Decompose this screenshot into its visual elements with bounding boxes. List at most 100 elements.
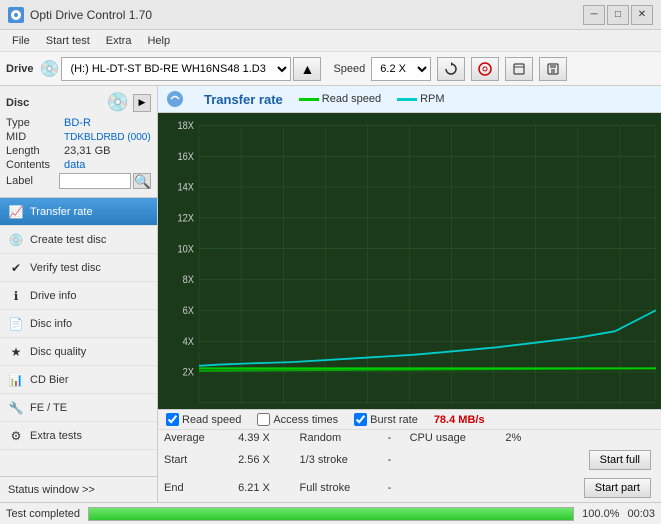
label-search-button[interactable]: 🔍 [133,173,151,189]
svg-text:12X: 12X [178,213,195,225]
type-label: Type [6,117,64,129]
burst-rate-checkbox[interactable] [354,413,367,426]
label-label: Label [6,175,59,187]
stroke-value: - [382,446,404,474]
sidebar: Disc 💿 ▶ Type BD-R MID TDKBLDRBD (000) L… [0,86,158,502]
read-speed-legend-color [299,98,319,101]
drive-icon: 💿 [40,59,60,79]
save-button[interactable] [539,57,567,81]
disc-info-icon: 📄 [8,316,24,332]
status-percent: 100.0% [582,508,619,520]
random-label: Random [294,430,382,446]
save-icon [546,62,560,76]
legend-rpm-label: RPM [420,93,444,105]
legend-read-speed-label: Read speed [322,93,381,105]
start-full-button[interactable]: Start full [589,450,651,470]
nav-disc-quality-label: Disc quality [30,346,86,358]
svg-text:10X: 10X [178,244,195,256]
cpu-usage-label: CPU usage [404,430,500,446]
type-value: BD-R [64,117,91,129]
minimize-button[interactable]: ─ [583,5,605,25]
chart-header: Transfer rate Read speed RPM [158,86,661,113]
nav-drive-info-label: Drive info [30,290,76,302]
menu-bar: File Start test Extra Help [0,30,661,52]
speed-label: Speed [333,63,365,75]
label-input[interactable] [59,173,131,189]
average-value: 4.39 X [232,430,293,446]
length-label: Length [6,145,64,157]
title-bar: Opti Drive Control 1.70 ─ □ ✕ [0,0,661,30]
svg-text:4X: 4X [183,336,194,348]
start-part-button[interactable]: Start part [584,478,651,498]
stats-table: Average 4.39 X Random - CPU usage 2% Sta… [158,430,661,502]
refresh-button[interactable] [437,57,465,81]
nav-cd-bier[interactable]: 📊 CD Bier [0,366,157,394]
disc-action-button[interactable]: ▶ [133,94,151,112]
access-times-checkbox[interactable] [257,413,270,426]
contents-value: data [64,159,85,171]
svg-text:8X: 8X [183,275,194,287]
burst-rate-checkbox-label: Burst rate [370,414,418,426]
close-button[interactable]: ✕ [631,5,653,25]
nav-transfer-rate-label: Transfer rate [30,206,93,218]
svg-text:6X: 6X [183,305,194,317]
disc-image-icon: 💿 [107,92,129,113]
disc-section-title: Disc [6,97,29,109]
chart-checkboxes: Read speed Access times Burst rate 78.4 … [158,410,661,430]
read-speed-checkbox[interactable] [166,413,179,426]
full-stroke-label: Full stroke [294,474,382,502]
menu-file[interactable]: File [4,33,38,49]
burst-rate-value: 78.4 MB/s [434,414,485,426]
refresh-icon [444,62,458,76]
create-test-disc-icon: 💿 [8,232,24,248]
verify-test-disc-icon: ✔ [8,260,24,276]
chart-title: Transfer rate [204,92,283,107]
nav-disc-quality[interactable]: ★ Disc quality [0,338,157,366]
disc-button[interactable] [471,57,499,81]
fe-te-icon: 🔧 [8,400,24,416]
settings-button[interactable] [505,57,533,81]
app-icon [8,7,24,23]
sidebar-nav: 📈 Transfer rate 💿 Create test disc ✔ Ver… [0,198,157,476]
burst-rate-checkbox-item: Burst rate [354,413,418,426]
menu-start-test[interactable]: Start test [38,33,98,49]
status-bar: Test completed 100.0% 00:03 [0,502,661,524]
chart-container: 18X 16X 14X 12X 10X 8X 6X 4X 2X [158,113,661,409]
nav-drive-info[interactable]: ℹ Drive info [0,282,157,310]
chart-bottom: Read speed Access times Burst rate 78.4 … [158,409,661,502]
read-speed-checkbox-label: Read speed [182,414,241,426]
nav-verify-test-disc-label: Verify test disc [30,262,101,274]
transfer-rate-icon: 📈 [8,204,24,220]
app-title: Opti Drive Control 1.70 [30,8,152,22]
progress-bar-fill [89,508,573,520]
maximize-button[interactable]: □ [607,5,629,25]
drive-label: Drive [6,63,34,75]
menu-extra[interactable]: Extra [98,33,140,49]
nav-create-test-disc-label: Create test disc [30,234,106,246]
menu-help[interactable]: Help [139,33,178,49]
eject-button[interactable]: ▲ [293,57,321,81]
nav-extra-tests-label: Extra tests [30,430,82,442]
speed-select[interactable]: 6.2 X [371,57,431,81]
disc-info-panel: Disc 💿 ▶ Type BD-R MID TDKBLDRBD (000) L… [0,86,157,198]
contents-label: Contents [6,159,64,171]
stroke-label: 1/3 stroke [294,446,382,474]
end-label: End [158,474,232,502]
svg-text:18X: 18X [178,120,195,132]
status-text: Test completed [6,508,80,520]
nav-extra-tests[interactable]: ⚙ Extra tests [0,422,157,450]
drive-select[interactable]: (H:) HL-DT-ST BD-RE WH16NS48 1.D3 [61,57,291,81]
nav-disc-info[interactable]: 📄 Disc info [0,310,157,338]
nav-transfer-rate[interactable]: 📈 Transfer rate [0,198,157,226]
content-area: Transfer rate Read speed RPM [158,86,661,502]
status-window-button[interactable]: Status window >> [0,476,157,502]
nav-verify-test-disc[interactable]: ✔ Verify test disc [0,254,157,282]
nav-create-test-disc[interactable]: 💿 Create test disc [0,226,157,254]
svg-text:2X: 2X [183,367,194,379]
nav-fe-te[interactable]: 🔧 FE / TE [0,394,157,422]
end-value: 6.21 X [232,474,293,502]
drive-info-icon: ℹ [8,288,24,304]
length-value: 23,31 GB [64,145,110,157]
svg-text:16X: 16X [178,151,195,163]
drive-toolbar: Drive 💿 (H:) HL-DT-ST BD-RE WH16NS48 1.D… [0,52,661,86]
